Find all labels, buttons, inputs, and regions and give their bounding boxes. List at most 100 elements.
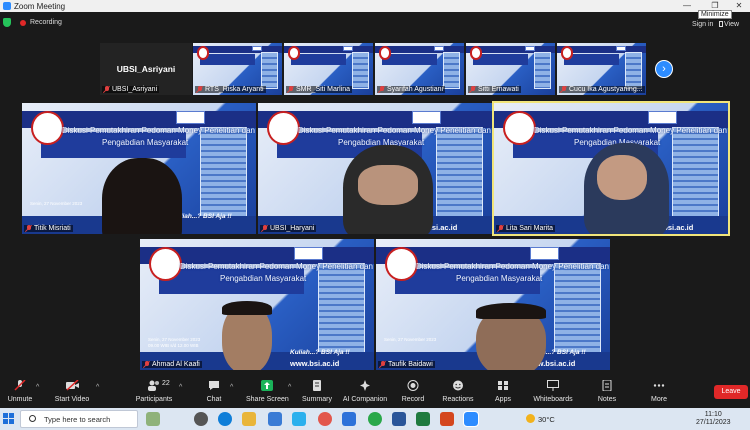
smiley-icon bbox=[452, 380, 464, 391]
unmute-button[interactable]: Unmute bbox=[2, 372, 38, 408]
participant-caption: Syarifah Agustiani bbox=[377, 86, 446, 93]
chat-options-caret[interactable]: ^ bbox=[230, 384, 233, 391]
powerpoint-icon[interactable] bbox=[440, 412, 454, 426]
slide-website: www.bsi.ac.id bbox=[290, 359, 340, 368]
summary-icon bbox=[311, 380, 323, 391]
sparkle-icon bbox=[359, 380, 371, 391]
sign-in-link[interactable]: Sign in bbox=[692, 21, 713, 28]
next-page-button[interactable]: › bbox=[655, 60, 673, 78]
thumbnail-tile[interactable]: RTS_Riska Aryanti bbox=[193, 43, 282, 95]
participant-name-large: UBSI_Asriyani bbox=[116, 64, 176, 74]
participant-name: Titik Misriati bbox=[34, 225, 71, 232]
chat-button[interactable]: Chat bbox=[196, 372, 232, 408]
mic-muted-icon bbox=[144, 361, 150, 368]
summary-button[interactable]: Summary bbox=[298, 372, 336, 408]
notes-button[interactable]: Notes bbox=[592, 372, 622, 408]
file-explorer-icon[interactable] bbox=[242, 412, 256, 426]
taskbar-search-placeholder: Type here to search bbox=[44, 415, 111, 424]
taskbar-app-icon[interactable] bbox=[292, 412, 306, 426]
record-button[interactable]: Record bbox=[398, 372, 428, 408]
participant-name: Syarifah Agustiani bbox=[387, 86, 444, 93]
mic-muted-icon bbox=[380, 361, 386, 368]
taskbar-app-photo-icon[interactable] bbox=[146, 412, 160, 426]
participants-count: 22 bbox=[162, 380, 170, 387]
share-screen-button[interactable]: Share Screen bbox=[246, 372, 289, 408]
notes-icon bbox=[601, 379, 613, 392]
chrome-icon[interactable] bbox=[368, 412, 382, 426]
task-view-icon[interactable] bbox=[194, 412, 208, 426]
participant-name: Sitti Ernawati bbox=[478, 86, 519, 93]
slide-title-line1: Diskusi Pemutakhiran Pedoman Money Penel… bbox=[534, 126, 727, 135]
start-video-label: Start Video bbox=[54, 396, 90, 403]
thumbnail-tile[interactable]: Cucu Ika Agustyaning... bbox=[557, 43, 646, 95]
security-shield-icon[interactable] bbox=[3, 18, 11, 27]
minimize-button[interactable]: — bbox=[676, 0, 698, 12]
slide-title-line1: Diskusi Pemutakhiran Pedoman Money Penel… bbox=[298, 126, 491, 135]
chat-icon bbox=[208, 380, 220, 391]
taskbar-app-icon[interactable] bbox=[318, 412, 332, 426]
participant-caption: UBSI_Asriyani bbox=[102, 86, 160, 93]
mic-muted-icon bbox=[561, 86, 567, 93]
taskbar-search-box[interactable]: Type here to search bbox=[20, 410, 138, 428]
participant-caption: SMR_Siti Marlina bbox=[286, 86, 353, 93]
taskbar-clock[interactable]: 11:10 27/11/2023 bbox=[696, 411, 731, 427]
reactions-button[interactable]: Reactions bbox=[440, 372, 476, 408]
audio-options-caret[interactable]: ^ bbox=[36, 384, 39, 391]
edge-browser-icon[interactable] bbox=[218, 412, 232, 426]
video-tile-active-speaker[interactable]: Diskusi Pemutakhiran Pedoman Money Penel… bbox=[492, 101, 730, 236]
clock-time: 11:10 bbox=[704, 411, 722, 418]
video-options-caret[interactable]: ^ bbox=[96, 384, 99, 391]
thumbnail-tile[interactable]: UBSI_Asriyani UBSI_Asriyani bbox=[100, 43, 192, 95]
slide-title-line2: Pengabdian Masyarakat bbox=[102, 138, 189, 147]
mic-muted-icon bbox=[379, 86, 385, 93]
view-icon[interactable] bbox=[719, 21, 723, 27]
apps-button[interactable]: Apps bbox=[488, 372, 518, 408]
video-tile[interactable]: Diskusi Pemutakhiran Pedoman Money Penel… bbox=[258, 103, 492, 234]
participants-button[interactable]: 22 Participants bbox=[132, 372, 176, 408]
slide-date: Senin, 27 November 2023 bbox=[148, 337, 201, 342]
summary-label: Summary bbox=[302, 396, 332, 403]
thumbnail-tile[interactable]: SMR_Siti Marlina bbox=[284, 43, 373, 95]
share-options-caret[interactable]: ^ bbox=[288, 384, 291, 391]
participant-caption: Titik Misriati bbox=[24, 225, 73, 232]
excel-icon[interactable] bbox=[416, 412, 430, 426]
slide-date: Senin, 27 November 2023 bbox=[384, 337, 437, 342]
reactions-label: Reactions bbox=[442, 396, 474, 403]
minimize-tooltip: Minimize bbox=[698, 10, 732, 19]
taskbar-app-icon[interactable] bbox=[342, 412, 356, 426]
unmute-label: Unmute bbox=[7, 396, 33, 403]
temperature: 30°C bbox=[538, 415, 555, 424]
whiteboards-button[interactable]: Whiteboards bbox=[530, 372, 576, 408]
weather-sun-icon bbox=[526, 414, 535, 423]
participant-name: Taufik Baidawi bbox=[388, 361, 433, 368]
more-button[interactable]: More bbox=[644, 372, 674, 408]
thumbnail-tile[interactable]: Syarifah Agustiani bbox=[375, 43, 464, 95]
clock-date: 27/11/2023 bbox=[696, 419, 731, 426]
window-titlebar: Zoom Meeting — ❐ ✕ bbox=[0, 0, 750, 12]
whiteboard-icon bbox=[547, 380, 559, 391]
ai-companion-label: AI Companion bbox=[342, 396, 388, 403]
taskbar-app-icon[interactable] bbox=[268, 412, 282, 426]
view-button[interactable]: View bbox=[724, 21, 739, 28]
windows-start-icon[interactable] bbox=[3, 413, 14, 424]
search-icon bbox=[29, 415, 36, 422]
ai-companion-button[interactable]: AI Companion bbox=[342, 372, 388, 408]
mic-muted-icon bbox=[262, 225, 268, 232]
zoom-taskbar-icon[interactable] bbox=[463, 411, 479, 427]
participants-options-caret[interactable]: ^ bbox=[179, 384, 182, 391]
participant-name: Cucu Ika Agustyaning... bbox=[569, 86, 643, 93]
video-tile[interactable]: Diskusi Pemutakhiran Pedoman Money Penel… bbox=[22, 103, 256, 234]
participant-caption: Taufik Baidawi bbox=[378, 361, 435, 368]
slide-title-line1: Diskusi Pemutakhiran Pedoman Money Penel… bbox=[180, 262, 373, 271]
slide-title-line1: Diskusi Pemutakhiran Pedoman Money Penel… bbox=[62, 126, 255, 135]
start-video-button[interactable]: Start Video bbox=[50, 372, 94, 408]
video-tile[interactable]: Diskusi Pemutakhiran Pedoman Money Penel… bbox=[140, 239, 374, 370]
mic-muted-icon bbox=[26, 225, 32, 232]
slide-time: 09.00 WIB s/d 12.00 WIB bbox=[148, 343, 199, 348]
video-tile[interactable]: Diskusi Pemutakhiran Pedoman Money Penel… bbox=[376, 239, 610, 370]
word-icon[interactable] bbox=[392, 412, 406, 426]
leave-button[interactable]: Leave bbox=[714, 385, 748, 399]
zoom-app-icon bbox=[3, 2, 11, 10]
thumbnail-tile[interactable]: Sitti Ernawati bbox=[466, 43, 555, 95]
whiteboards-label: Whiteboards bbox=[533, 396, 573, 403]
